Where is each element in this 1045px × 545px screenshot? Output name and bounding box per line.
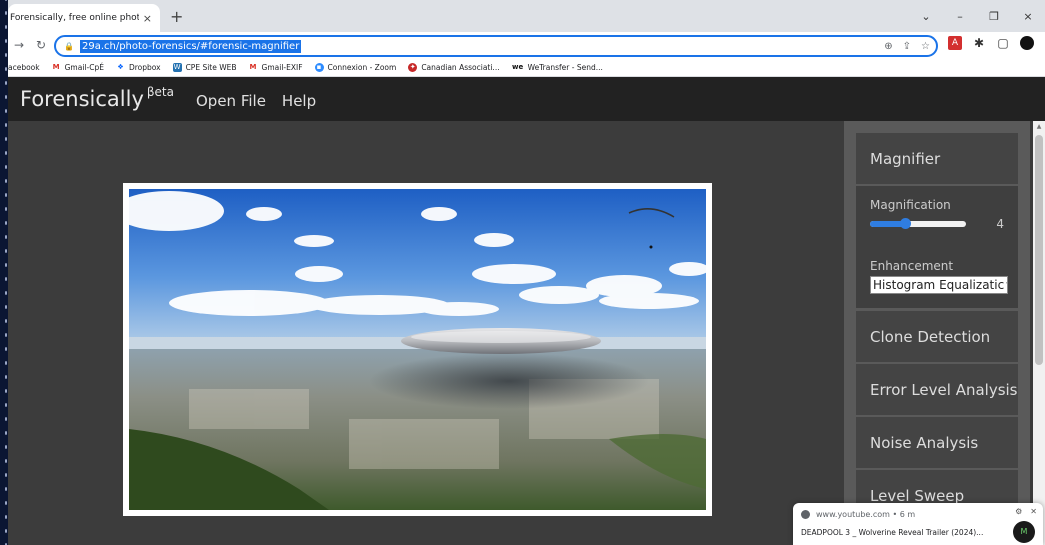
url-text[interactable]: 29a.ch/photo-forensics/#forensic-magnifi… [79, 39, 302, 53]
dropbox-icon: ❖ [115, 62, 125, 72]
gmail-icon: M [248, 62, 258, 72]
extensions-area: A ✱ ▢ ⋮ [948, 36, 1045, 50]
browser-tab[interactable]: Forensically, free online photo fo × [8, 4, 160, 32]
bookmark-item[interactable]: ❖ Dropbox [115, 62, 161, 72]
omnibox-actions: ⊕ ⇪ ☆ [884, 41, 930, 52]
enhancement-label: Enhancement [870, 259, 954, 273]
bookmark-item[interactable]: we WeTransfer - Send... [511, 62, 603, 72]
notification-actions: ⚙ ✕ [1015, 507, 1037, 516]
gear-icon[interactable]: ⚙ [1015, 507, 1022, 516]
magnification-label: Magnification [870, 198, 951, 212]
close-window-button[interactable]: × [1011, 10, 1045, 23]
bookmark-item[interactable]: W CPE Site WEB [172, 62, 237, 72]
magnifier-panel-header[interactable]: Magnifier [856, 133, 1018, 184]
magnification-value: 4 [996, 217, 1004, 231]
notification-source: www.youtube.com • 6 m [801, 510, 1035, 519]
reload-icon[interactable]: ↻ [30, 38, 52, 52]
bookmark-item[interactable]: M Gmail-EXIF [248, 62, 303, 72]
window-controls: ⌄ – ❐ × [909, 0, 1045, 32]
enhancement-select[interactable]: Histogram Equalizatic ▾ [870, 276, 1008, 294]
lock-icon[interactable]: 🔒 [64, 42, 74, 51]
noise-analysis-panel[interactable]: Noise Analysis [856, 417, 1018, 468]
help-menu[interactable]: Help [282, 92, 316, 110]
wordpress-icon: W [172, 62, 182, 72]
clone-detection-panel[interactable]: Clone Detection [856, 311, 1018, 362]
notification-video-title: DEADPOOL 3 _ Wolverine Reveal Trailer (2… [801, 528, 984, 537]
chevron-down-icon: ▾ [1004, 280, 1007, 290]
forward-arrow-icon[interactable]: → [8, 38, 30, 52]
app-brand: Forensically βeta [20, 85, 174, 111]
profile-avatar[interactable] [1020, 36, 1034, 50]
side-panel-icon[interactable]: ▢ [996, 36, 1010, 50]
media-notification[interactable]: www.youtube.com • 6 m DEADPOOL 3 _ Wolve… [793, 503, 1043, 545]
image-canvas-area[interactable] [8, 121, 844, 545]
extensions-puzzle-icon[interactable]: ✱ [972, 36, 986, 50]
magnifier-panel-body: Magnification 4 Enhancement Histogram Eq… [856, 186, 1018, 308]
globe-icon [801, 510, 810, 519]
slider-thumb[interactable] [899, 218, 911, 229]
bookmarks-bar: acebook M Gmail-CpÉ ❖ Dropbox W CPE Site WE… [8, 58, 1045, 77]
bookmark-item[interactable]: M Gmail-CpÉ [51, 62, 104, 72]
tab-strip: Forensically, free online photo fo × + ⌄… [8, 0, 1045, 32]
maple-leaf-icon: ✦ [408, 62, 418, 72]
magnification-row: 4 [870, 217, 1004, 231]
analyzed-photo[interactable] [129, 189, 706, 510]
tab-search-chevron-icon[interactable]: ⌄ [909, 10, 943, 23]
scroll-up-icon[interactable]: ▲ [1033, 123, 1045, 130]
channel-avatar: M [1013, 521, 1035, 543]
close-icon[interactable]: ✕ [1030, 507, 1037, 516]
browser-window: Forensically, free online photo fo × + ⌄… [8, 0, 1045, 545]
open-file-menu[interactable]: Open File [196, 92, 266, 110]
forensically-page: Forensically βeta Open File Help Magnifi… [8, 77, 1045, 545]
minimize-button[interactable]: – [943, 10, 977, 23]
magnification-slider[interactable] [870, 218, 967, 229]
new-tab-button[interactable]: + [170, 7, 183, 26]
maximize-button[interactable]: ❐ [977, 10, 1011, 23]
address-bar[interactable]: 🔒 29a.ch/photo-forensics/#forensic-magni… [54, 35, 938, 57]
zoom-icon: ▪ [314, 62, 324, 72]
share-icon[interactable]: ⇪ [903, 41, 911, 52]
desktop-background-strip [0, 0, 8, 545]
install-app-icon[interactable]: ⊕ [884, 41, 892, 52]
tab-title: Forensically, free online photo fo [10, 13, 139, 23]
tools-sidebar: Magnifier Magnification 4 Enhancement Hi… [844, 121, 1030, 545]
app-header: Forensically βeta Open File Help [8, 77, 1045, 121]
scrollbar-thumb[interactable] [1035, 135, 1043, 365]
gmail-icon: M [51, 62, 61, 72]
bookmark-item[interactable]: ▪ Connexion - Zoom [314, 62, 396, 72]
bookmark-item[interactable]: ✦ Canadian Associati... [408, 62, 500, 72]
photo-frame[interactable] [123, 183, 712, 516]
page-scrollbar[interactable]: ▲ [1033, 121, 1045, 545]
wetransfer-icon: we [511, 62, 524, 72]
bookmark-star-icon[interactable]: ☆ [921, 41, 930, 52]
tab-close-icon[interactable]: × [143, 12, 152, 25]
pdf-extension-icon[interactable]: A [948, 36, 962, 50]
browser-toolbar: → ↻ 🔒 29a.ch/photo-forensics/#forensic-m… [8, 32, 1045, 58]
bookmark-item[interactable]: acebook [8, 63, 40, 72]
error-level-analysis-panel[interactable]: Error Level Analysis [856, 364, 1018, 415]
